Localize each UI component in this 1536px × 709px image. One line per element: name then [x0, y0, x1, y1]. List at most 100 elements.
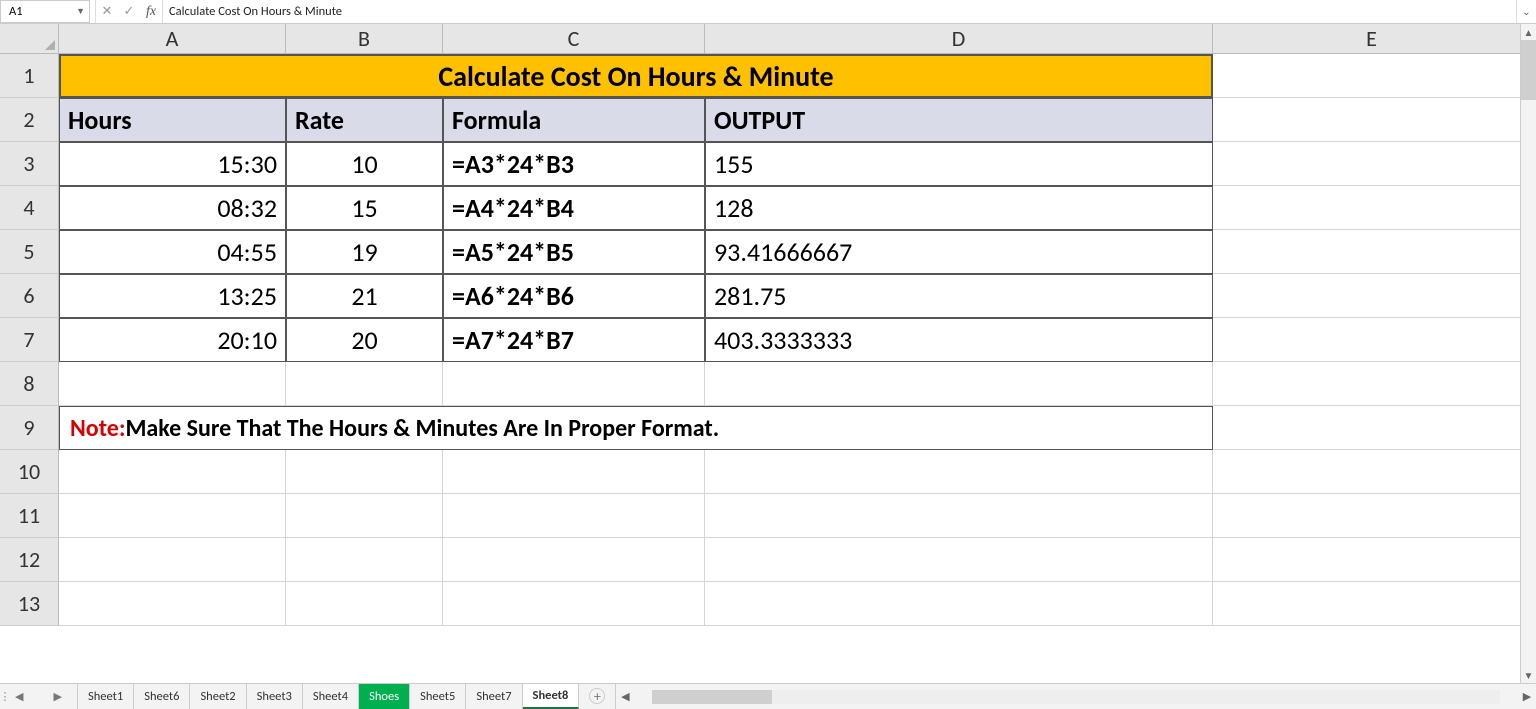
cell-rate[interactable]: 15 — [286, 186, 443, 230]
name-box[interactable]: A1 ▼ — [0, 0, 90, 23]
row-header[interactable]: 4 — [0, 186, 59, 230]
cell-output[interactable]: 155 — [705, 142, 1213, 186]
cell-rate[interactable]: 20 — [286, 318, 443, 362]
enter-icon[interactable]: ✓ — [118, 0, 140, 23]
add-sheet-icon[interactable]: + — [589, 688, 605, 704]
row-header[interactable]: 11 — [0, 494, 59, 538]
cell[interactable] — [705, 494, 1213, 538]
cell[interactable] — [1213, 142, 1531, 186]
cell-formula[interactable]: =A3*24*B3 — [443, 142, 705, 186]
cell[interactable] — [59, 582, 286, 626]
row-header[interactable]: 10 — [0, 450, 59, 494]
row-header[interactable]: 8 — [0, 362, 59, 406]
sheet-tab[interactable]: Sheet7 — [466, 684, 522, 709]
cell[interactable] — [705, 538, 1213, 582]
scroll-thumb[interactable] — [1521, 40, 1536, 100]
cell[interactable] — [705, 450, 1213, 494]
note-cell[interactable]: Note: Make Sure That The Hours & Minutes… — [59, 406, 1213, 450]
scroll-up-icon[interactable]: ▲ — [1521, 24, 1536, 40]
sheet-tab[interactable]: Sheet6 — [134, 684, 190, 709]
sheet-tab[interactable]: Sheet3 — [247, 684, 303, 709]
col-header-a[interactable]: A — [59, 24, 286, 53]
vertical-scrollbar[interactable]: ▲ ▼ — [1520, 24, 1536, 683]
cell-hours[interactable]: 08:32 — [59, 186, 286, 230]
cell-rate[interactable]: 19 — [286, 230, 443, 274]
scroll-track[interactable] — [652, 690, 1500, 704]
cell[interactable] — [59, 538, 286, 582]
cell[interactable] — [286, 494, 443, 538]
col-header-e[interactable]: E — [1213, 24, 1531, 53]
cell-formula[interactable]: =A5*24*B5 — [443, 230, 705, 274]
scroll-down-icon[interactable]: ▼ — [1521, 667, 1536, 683]
expand-formula-bar-icon[interactable]: ⌄ — [1516, 0, 1536, 23]
cell[interactable] — [443, 362, 705, 406]
cell[interactable] — [59, 450, 286, 494]
cell[interactable] — [1213, 54, 1531, 98]
row-header[interactable]: 5 — [0, 230, 59, 274]
cell-rate[interactable]: 10 — [286, 142, 443, 186]
cell[interactable] — [1213, 274, 1531, 318]
chevron-down-icon[interactable]: ▼ — [76, 6, 85, 17]
row-header[interactable]: 6 — [0, 274, 59, 318]
tab-nav-prev-icon[interactable]: ◀ — [15, 690, 23, 703]
tab-split-handle[interactable]: ⋮ — [0, 690, 10, 703]
select-all-corner[interactable] — [0, 24, 59, 53]
cancel-icon[interactable]: ✕ — [96, 0, 118, 23]
sheet-tab[interactable]: Sheet1 — [78, 684, 134, 709]
cell-formula[interactable]: =A6*24*B6 — [443, 274, 705, 318]
cell[interactable] — [1213, 406, 1531, 450]
cell[interactable] — [443, 538, 705, 582]
row-header[interactable]: 3 — [0, 142, 59, 186]
row-header[interactable]: 13 — [0, 582, 59, 626]
row-header[interactable]: 12 — [0, 538, 59, 582]
cell-formula[interactable]: =A4*24*B4 — [443, 186, 705, 230]
formula-bar-input[interactable]: Calculate Cost On Hours & Minute — [162, 0, 1516, 23]
cell-rate[interactable]: 21 — [286, 274, 443, 318]
col-header-b[interactable]: B — [286, 24, 443, 53]
sheet-tab-active[interactable]: Sheet8 — [523, 684, 580, 709]
row-header[interactable]: 9 — [0, 406, 59, 450]
sheet-tab[interactable]: Sheet4 — [303, 684, 359, 709]
cell[interactable] — [286, 362, 443, 406]
cell[interactable] — [1213, 582, 1531, 626]
cell[interactable] — [443, 450, 705, 494]
scroll-right-icon[interactable]: ▶ — [1518, 690, 1536, 703]
fx-icon[interactable]: fx — [140, 0, 162, 23]
cell[interactable] — [286, 582, 443, 626]
cell-formula[interactable]: =A7*24*B7 — [443, 318, 705, 362]
sheet-tab[interactable]: Sheet2 — [190, 684, 246, 709]
cell-output[interactable]: 128 — [705, 186, 1213, 230]
row-header[interactable]: 1 — [0, 54, 59, 98]
header-rate[interactable]: Rate — [286, 98, 443, 142]
horizontal-scrollbar[interactable]: ⋮ ◀ ▶ — [615, 684, 1536, 709]
scroll-track[interactable] — [1521, 40, 1536, 667]
cell[interactable] — [1213, 450, 1531, 494]
header-hours[interactable]: Hours — [59, 98, 286, 142]
cell[interactable] — [705, 582, 1213, 626]
cell-hours[interactable]: 20:10 — [59, 318, 286, 362]
cell[interactable] — [705, 362, 1213, 406]
scroll-left-icon[interactable]: ◀ — [616, 690, 634, 703]
cell[interactable] — [1213, 98, 1531, 142]
sheet-tab[interactable]: Shoes — [359, 684, 410, 709]
col-header-c[interactable]: C — [443, 24, 705, 53]
cell[interactable] — [59, 494, 286, 538]
cell[interactable] — [59, 362, 286, 406]
header-formula[interactable]: Formula — [443, 98, 705, 142]
cell-hours[interactable]: 13:25 — [59, 274, 286, 318]
sheet-tab[interactable]: Sheet5 — [410, 684, 466, 709]
row-header[interactable]: 7 — [0, 318, 59, 362]
cell[interactable] — [1213, 362, 1531, 406]
cell[interactable] — [1213, 230, 1531, 274]
col-header-d[interactable]: D — [705, 24, 1213, 53]
cell-output[interactable]: 93.41666667 — [705, 230, 1213, 274]
cell[interactable] — [443, 494, 705, 538]
scroll-thumb[interactable] — [652, 690, 772, 704]
cell[interactable] — [286, 538, 443, 582]
cell-hours[interactable]: 04:55 — [59, 230, 286, 274]
tab-nav-next-icon[interactable]: ▶ — [54, 690, 62, 703]
header-output[interactable]: OUTPUT — [705, 98, 1213, 142]
cell[interactable] — [1213, 318, 1531, 362]
row-header[interactable]: 2 — [0, 98, 59, 142]
cell-output[interactable]: 281.75 — [705, 274, 1213, 318]
